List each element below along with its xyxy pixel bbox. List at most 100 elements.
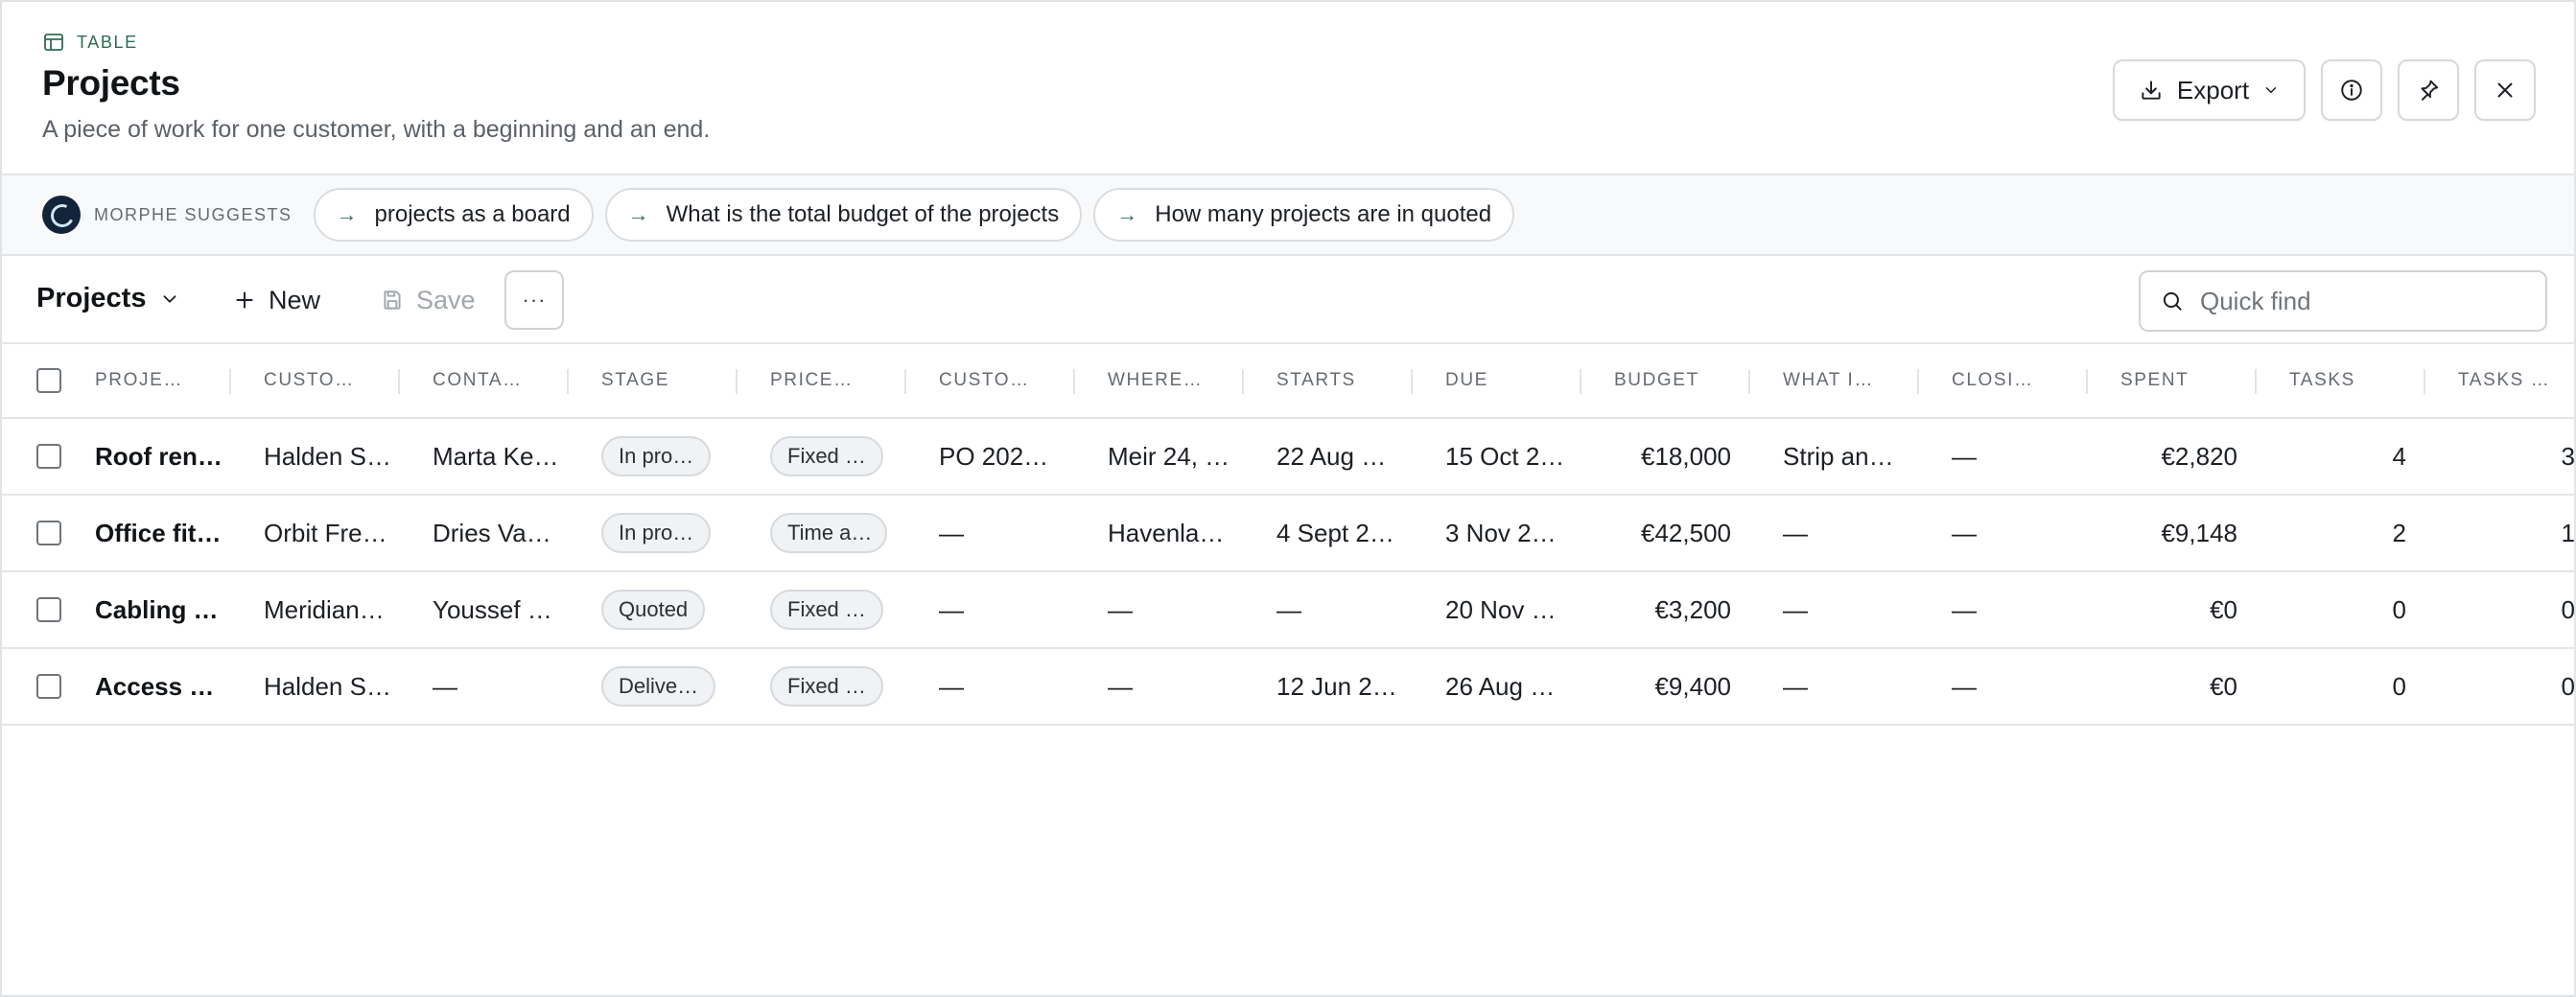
table-cell: 0: [2392, 671, 2406, 701]
table-cell: €42,500: [1641, 518, 1731, 547]
save-label: Save: [416, 285, 476, 314]
table-cell: Dries Va…: [433, 518, 551, 547]
quick-find: [2139, 270, 2547, 332]
column-header[interactable]: TASKS: [2289, 344, 2425, 417]
table-cell[interactable]: Cabling …: [95, 572, 220, 647]
column-header[interactable]: PRICE…: [770, 344, 906, 417]
table-cell: 0: [2561, 671, 2575, 701]
table-cell: —: [1952, 594, 1977, 624]
suggestion-text: What is the total budget of the projects: [666, 201, 1060, 227]
pricing-badge: Time a…: [770, 513, 887, 553]
suggestions-label: MORPHE SUGGESTS: [94, 204, 293, 224]
table-cell: —: [1952, 671, 1977, 701]
suggestion-chip[interactable]: → projects as a board: [313, 188, 594, 242]
table-cell: Meridian…: [264, 594, 385, 624]
table-cell: 20 Nov …: [1445, 594, 1557, 624]
table-row[interactable]: Access … Halden S… — Delive… Fixed … — —…: [2, 649, 2575, 726]
row-select-cell: [36, 649, 75, 724]
page-subtitle: A piece of work for one customer, with a…: [42, 116, 711, 143]
row-checkbox[interactable]: [36, 674, 61, 699]
page-title: Projects: [42, 63, 180, 103]
table-cell: 1: [2561, 518, 2575, 547]
export-button[interactable]: Export: [2113, 59, 2306, 121]
table-cell: Halden S…: [264, 671, 388, 701]
table-cell: €0: [2210, 594, 2237, 624]
table-cell: 3 Nov 2…: [1445, 518, 1557, 547]
table-cell: —: [939, 671, 964, 701]
table-cell[interactable]: Roof ren…: [95, 419, 220, 494]
quick-find-input[interactable]: [2200, 286, 2526, 316]
column-header[interactable]: CUSTO…: [939, 344, 1075, 417]
new-label: New: [269, 285, 321, 314]
table-cell[interactable]: Office fit…: [95, 496, 220, 570]
info-button[interactable]: [2321, 59, 2382, 121]
pin-button[interactable]: [2398, 59, 2459, 121]
table-cell: €0: [2210, 671, 2237, 701]
column-header[interactable]: DUE: [1445, 344, 1581, 417]
table-cell[interactable]: Access …: [95, 649, 220, 724]
table-cell: PO 202…: [939, 441, 1049, 471]
column-header[interactable]: WHAT I…: [1783, 344, 1919, 417]
table-cell: In pro…: [601, 419, 736, 494]
table-cell: Fixed …: [770, 649, 904, 724]
column-header[interactable]: CUSTO…: [264, 344, 400, 417]
table-cell: 15 Oct 2…: [1445, 441, 1565, 471]
column-header[interactable]: CLOSI…: [1952, 344, 2088, 417]
chevron-down-icon: [164, 294, 176, 303]
table-cell: 4 Sept 2…: [1276, 518, 1394, 547]
column-header[interactable]: BUDGET: [1614, 344, 1750, 417]
select-all-checkbox[interactable]: [36, 368, 61, 393]
table-cell: —: [1783, 594, 1808, 624]
row-select-cell: [36, 496, 75, 570]
table-cell: —: [1108, 671, 1133, 701]
suggestion-chip[interactable]: → How many projects are in quoted: [1093, 188, 1515, 242]
column-header[interactable]: TASKS …: [2458, 344, 2573, 417]
table-cell: —: [939, 594, 964, 624]
table-cell: —: [433, 671, 457, 701]
row-select-cell: [36, 419, 75, 494]
table-cell: 2: [2392, 518, 2406, 547]
table-cell: Quoted: [601, 572, 736, 647]
table-row[interactable]: Office fit… Orbit Fre… Dries Va… In pro……: [2, 496, 2575, 572]
close-button[interactable]: [2474, 59, 2536, 121]
table-cell: Meir 24, …: [1108, 441, 1230, 471]
table-cell: 3: [2561, 441, 2575, 471]
table-cell: €3,200: [1654, 594, 1731, 624]
new-record-button[interactable]: New: [232, 277, 320, 323]
table-row[interactable]: Roof ren… Halden S… Marta Ke… In pro… Fi…: [2, 419, 2575, 496]
column-header[interactable]: STAGE: [601, 344, 738, 417]
pricing-badge: Fixed …: [770, 436, 883, 476]
table-cell: Orbit Fre…: [264, 518, 387, 547]
suggestion-chip[interactable]: → What is the total budget of the projec…: [604, 188, 1083, 242]
row-checkbox[interactable]: [36, 597, 61, 622]
object-kind-label: TABLE: [77, 32, 138, 52]
column-header[interactable]: WHERE…: [1108, 344, 1244, 417]
column-header[interactable]: CONTA…: [433, 344, 569, 417]
projects-table: PROJE… CUSTO… CONTA… STAGE PRICE… CUSTO……: [2, 344, 2575, 726]
column-header[interactable]: PROJE…: [95, 344, 231, 417]
row-select-cell: [36, 572, 75, 647]
arrow-right-icon: →: [336, 202, 358, 226]
header-actions: Export: [2113, 59, 2536, 121]
table-cell: Fixed …: [770, 419, 904, 494]
row-checkbox[interactable]: [36, 444, 61, 469]
save-icon: [384, 290, 401, 310]
page-header: TABLE Projects A piece of work for one c…: [2, 2, 2574, 175]
morphe-logo-icon: [42, 196, 81, 234]
column-header[interactable]: SPENT: [2120, 344, 2257, 417]
suggestions-bar: MORPHE SUGGESTS → projects as a board → …: [2, 175, 2574, 256]
view-selector-label: Projects: [36, 283, 147, 313]
table-icon: [44, 34, 63, 51]
more-actions-button[interactable]: ···: [504, 270, 564, 330]
table-row[interactable]: Cabling … Meridian… Youssef … Quoted Fix…: [2, 572, 2574, 649]
table-cell: Marta Ke…: [433, 441, 557, 471]
column-header[interactable]: STARTS: [1276, 344, 1413, 417]
table-cell: Halden S…: [264, 441, 388, 471]
table-cell: 22 Aug …: [1276, 441, 1387, 471]
row-checkbox[interactable]: [36, 521, 61, 545]
suggestion-text: projects as a board: [374, 201, 571, 227]
stage-badge: Quoted: [601, 590, 706, 630]
save-button[interactable]: Save: [380, 277, 476, 323]
table-view-panel: TABLE Projects A piece of work for one c…: [0, 0, 2576, 997]
view-selector[interactable]: Projects: [36, 283, 180, 314]
